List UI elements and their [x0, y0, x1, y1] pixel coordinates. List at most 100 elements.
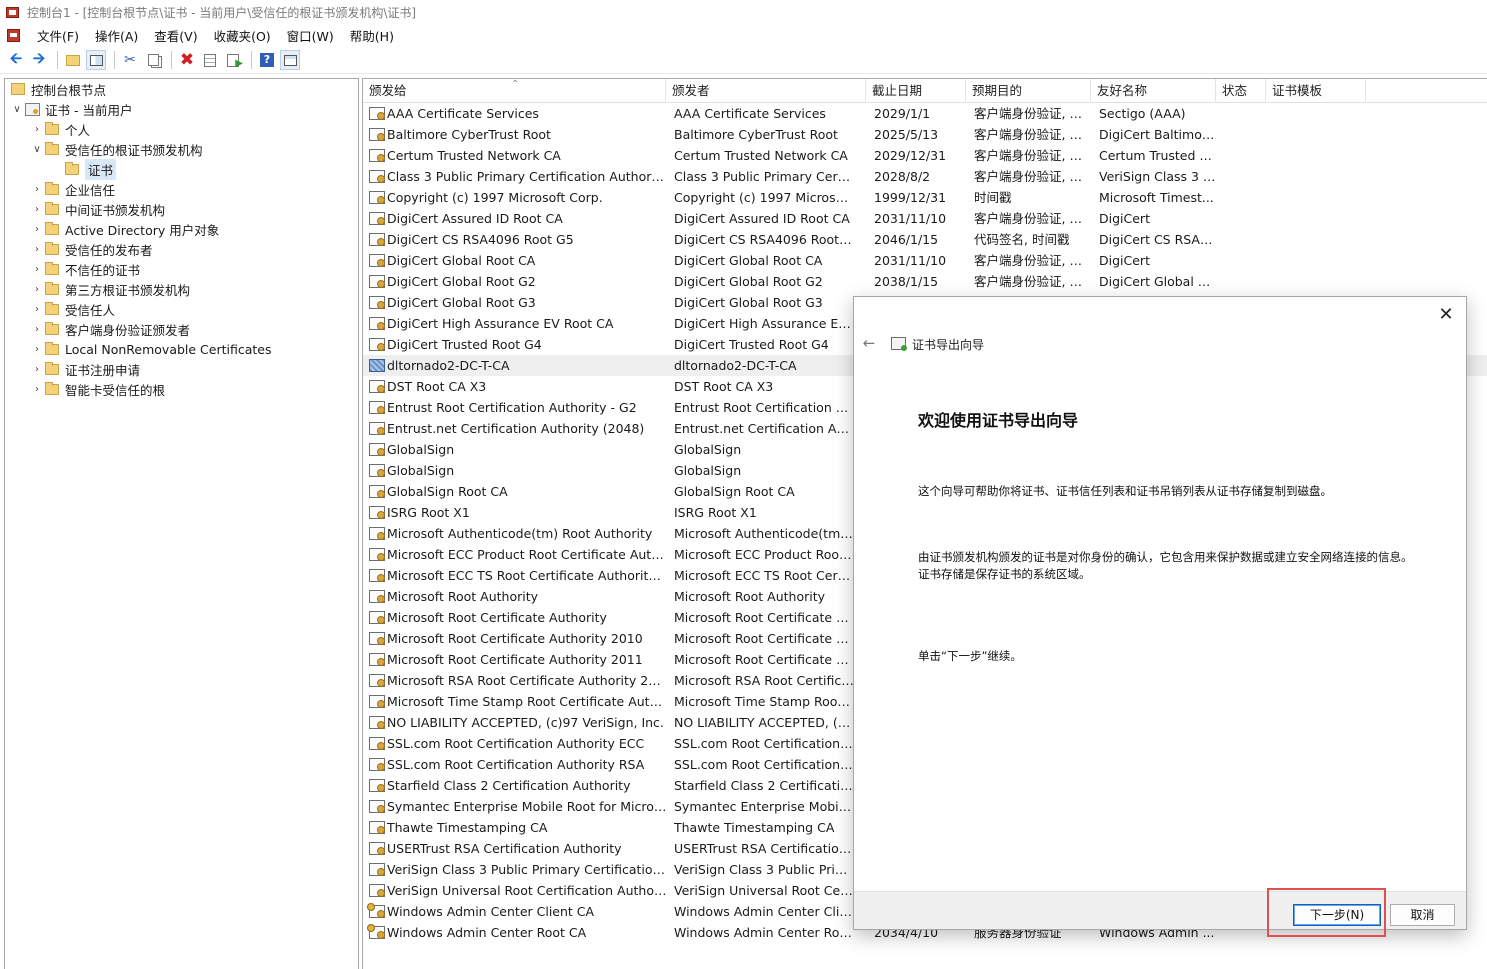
chevron-right-icon[interactable]: ›: [29, 224, 45, 235]
certificate-icon: [369, 233, 385, 246]
tree-item-local-nonremovable[interactable]: › Local NonRemovable Certificates: [29, 339, 272, 359]
cell-issued-to: Microsoft Root Certificate Authority 201…: [387, 631, 643, 646]
table-row[interactable]: DigiCert Global Root CA DigiCert Global R…: [363, 250, 1487, 271]
help-icon[interactable]: ?: [257, 50, 277, 70]
table-row[interactable]: AAA Certificate Services AAA Certificate …: [363, 103, 1487, 124]
column-header-expiration[interactable]: 截止日期: [866, 79, 966, 103]
table-row[interactable]: Certum Trusted Network CA Certum Trusted …: [363, 145, 1487, 166]
next-button[interactable]: 下一步(N): [1293, 904, 1381, 926]
cell-expiration: 2025/5/13: [874, 127, 939, 142]
tree-item-trusted-root[interactable]: ∨ 受信任的根证书颁发机构: [29, 139, 203, 159]
cell-issued-to: Microsoft Time Stamp Root Certificate Au…: [387, 694, 667, 709]
chevron-right-icon[interactable]: ›: [29, 284, 45, 295]
back-arrow-icon[interactable]: ←: [860, 334, 878, 352]
export-list-icon[interactable]: ▶: [223, 50, 243, 70]
console-document-icon[interactable]: [6, 28, 21, 43]
column-header-friendly-name[interactable]: 友好名称: [1091, 79, 1216, 103]
chevron-right-icon[interactable]: ›: [29, 344, 45, 355]
tree-item-trusted-people[interactable]: › 受信任人: [29, 299, 115, 319]
up-folder-icon[interactable]: [63, 50, 83, 70]
tree-item-ad-user-object[interactable]: › Active Directory 用户对象: [29, 219, 219, 239]
show-hide-tree-icon[interactable]: [86, 50, 106, 70]
tree-item-untrusted[interactable]: › 不信任的证书: [29, 259, 140, 279]
chevron-down-icon[interactable]: ∨: [29, 144, 45, 155]
cell-issued-to: DigiCert High Assurance EV Root CA: [387, 316, 614, 331]
chevron-right-icon[interactable]: ›: [29, 304, 45, 315]
certificate-icon: [369, 401, 385, 414]
tree-item-third-party-root[interactable]: › 第三方根证书颁发机构: [29, 279, 190, 299]
tree-item-trusted-publishers[interactable]: › 受信任的发布者: [29, 239, 153, 259]
chevron-right-icon[interactable]: ›: [29, 264, 45, 275]
certificate-icon: [369, 779, 385, 792]
back-arrow-icon[interactable]: 🡨: [6, 49, 26, 70]
cell-issued-to: Symantec Enterprise Mobile Root for Micr…: [387, 799, 667, 814]
tree-item-client-auth-issuers[interactable]: › 客户端身份验证颁发者: [29, 319, 190, 339]
folder-icon: [45, 361, 59, 375]
tree-item-certificates[interactable]: 证书: [65, 158, 117, 180]
delete-icon[interactable]: ✖: [177, 50, 197, 70]
certificate-icon: [369, 317, 385, 330]
column-header-intended-purposes[interactable]: 预期目的: [966, 79, 1091, 103]
column-header-label: 截止日期: [872, 83, 923, 98]
cell-issued-to: DigiCert Global Root G3: [387, 295, 536, 310]
chevron-right-icon[interactable]: ›: [29, 244, 45, 255]
folder-icon: [45, 201, 59, 215]
close-icon[interactable]: ✕: [1434, 303, 1458, 327]
tree-root[interactable]: 控制台根节点: [11, 79, 106, 99]
menu-help[interactable]: 帮助(H): [342, 26, 402, 45]
certificate-icon: [369, 212, 385, 225]
chevron-right-icon[interactable]: ›: [29, 384, 45, 395]
menu-window[interactable]: 窗口(W): [279, 26, 342, 45]
folder-icon: [45, 181, 59, 195]
tree-label: Active Directory 用户对象: [65, 222, 220, 238]
chevron-right-icon[interactable]: ›: [29, 324, 45, 335]
cell-issued-to: AAA Certificate Services: [387, 106, 539, 121]
tree-item-intermediate-ca[interactable]: › 中间证书颁发机构: [29, 199, 165, 219]
column-header-status[interactable]: 状态: [1216, 79, 1266, 103]
column-header-issued-by[interactable]: 颁发者: [666, 79, 866, 103]
cell-intended-purposes: 客户端身份验证, 代...: [974, 211, 1091, 226]
menu-file[interactable]: 文件(F): [29, 26, 87, 45]
table-row[interactable]: Class 3 Public Primary Certification Aut…: [363, 166, 1487, 187]
cut-icon[interactable]: ✂: [120, 50, 140, 70]
table-row[interactable]: DigiCert CS RSA4096 Root G5 DigiCert CS R…: [363, 229, 1487, 250]
column-header-issued-to[interactable]: 颁发给 ⌃: [363, 79, 666, 103]
cell-issued-by: DST Root CA X3: [674, 379, 774, 394]
certificate-icon: [369, 716, 385, 729]
folder-open-icon: [65, 161, 79, 175]
tree-item-certificates-current-user[interactable]: ∨ 证书 - 当前用户: [9, 99, 132, 119]
cell-expiration: 2046/1/15: [874, 232, 939, 247]
cell-issued-by: GlobalSign Root CA: [674, 484, 795, 499]
forward-arrow-icon[interactable]: 🡪: [29, 49, 49, 70]
table-row[interactable]: Baltimore CyberTrust Root Baltimore Cyber…: [363, 124, 1487, 145]
cell-issued-to: Microsoft RSA Root Certificate Authority…: [387, 673, 667, 688]
chevron-right-icon[interactable]: ›: [29, 364, 45, 375]
view-icon[interactable]: [280, 50, 300, 70]
copy-icon[interactable]: [143, 50, 163, 70]
cell-issued-to: Class 3 Public Primary Certification Aut…: [387, 169, 667, 184]
tree-item-smart-card-root[interactable]: › 智能卡受信任的根: [29, 379, 165, 399]
folder-icon: [45, 141, 59, 155]
table-row[interactable]: Copyright (c) 1997 Microsoft Corp. Copyri…: [363, 187, 1487, 208]
menu-view[interactable]: 查看(V): [146, 26, 205, 45]
tree-item-personal[interactable]: › 个人: [29, 119, 90, 139]
tree-item-enterprise-trust[interactable]: › 企业信任: [29, 179, 115, 199]
chevron-down-icon[interactable]: ∨: [9, 104, 25, 115]
table-row[interactable]: DigiCert Global Root G2 DigiCert Global R…: [363, 271, 1487, 292]
table-row[interactable]: DigiCert Assured ID Root CA DigiCert Assu…: [363, 208, 1487, 229]
toolbar-separator: [171, 51, 172, 69]
chevron-right-icon[interactable]: ›: [29, 124, 45, 135]
column-header-template[interactable]: 证书模板: [1266, 79, 1366, 103]
chevron-right-icon[interactable]: ›: [29, 184, 45, 195]
certificate-icon: [369, 737, 385, 750]
cell-expiration: 2031/11/10: [874, 211, 947, 226]
menu-action[interactable]: 操作(A): [87, 26, 146, 45]
cell-issued-to: Certum Trusted Network CA: [387, 148, 561, 163]
tree-item-enrollment-requests[interactable]: › 证书注册申请: [29, 359, 140, 379]
menu-favorites[interactable]: 收藏夹(O): [206, 26, 279, 45]
properties-icon[interactable]: [200, 50, 220, 70]
certificate-icon: [369, 821, 385, 834]
cancel-button[interactable]: 取消: [1390, 904, 1455, 926]
chevron-right-icon[interactable]: ›: [29, 204, 45, 215]
certificate-icon: [369, 485, 385, 498]
